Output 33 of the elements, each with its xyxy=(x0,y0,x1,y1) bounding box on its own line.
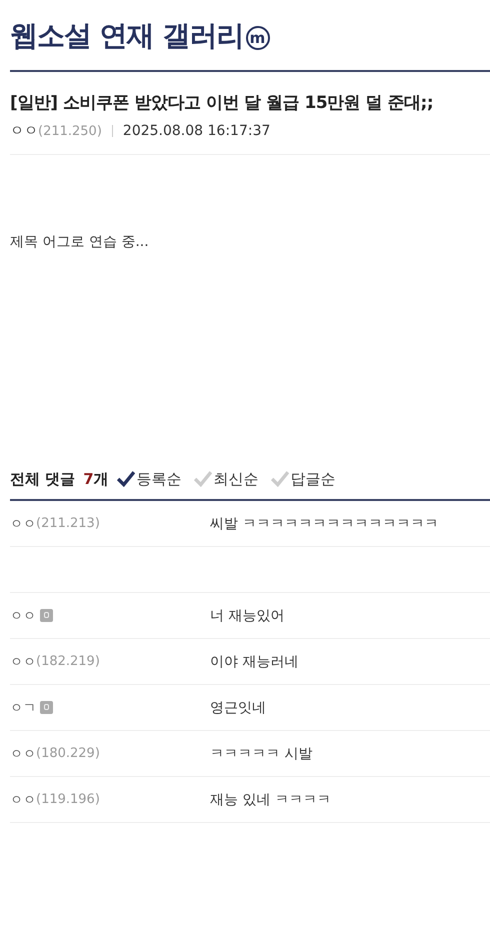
comment-count: 7개 xyxy=(83,470,109,488)
post-title: [일반] 소비쿠폰 받았다고 이번 달 월급 15만원 덜 준대;; xyxy=(10,92,434,114)
comment-text: 영근잇네 xyxy=(210,698,266,716)
sort-option[interactable]: 최신순 xyxy=(194,470,263,488)
comment-text: 이야 재능러네 xyxy=(210,652,298,670)
ip-address: (180.229) xyxy=(36,746,100,761)
comment-author[interactable]: ㅇㅇ xyxy=(10,790,36,808)
author-name[interactable]: ㅇㅇ xyxy=(10,122,38,140)
post-body: 제목 어그로 연습 중... xyxy=(10,234,149,250)
check-icon xyxy=(194,471,212,487)
ip-address: (182.219) xyxy=(36,654,100,669)
check-icon xyxy=(270,471,289,487)
gallery-title[interactable]: 웹소설 연재 갤러리 xyxy=(10,17,244,55)
comment-text: 씨발 ㅋㅋㅋㅋㅋㅋㅋㅋㅋㅋㅋㅋㅋㅋ xyxy=(210,514,438,532)
comment-text: 너 재능있어 xyxy=(210,606,284,624)
comments-label: 전체 댓글 xyxy=(10,470,76,488)
sort-option[interactable]: 답글순 xyxy=(270,470,340,488)
ip-address: (211.250) xyxy=(38,124,102,138)
comment-author[interactable]: ㅇㄱ xyxy=(10,698,36,716)
member-icon xyxy=(40,609,53,622)
comment-author[interactable]: ㅇㅇ xyxy=(10,514,36,532)
check-icon xyxy=(116,471,135,487)
sort-option[interactable]: 등록순 xyxy=(116,470,186,488)
comment-author[interactable]: ㅇㅇ xyxy=(10,744,36,762)
member-icon xyxy=(40,701,53,714)
minor-gallery-badge: m xyxy=(246,26,270,50)
comment-text: ㅋㅋㅋㅋㅋ 시발 xyxy=(210,744,312,762)
comment-author[interactable]: ㅇㅇ xyxy=(10,652,36,670)
ip-address: (119.196) xyxy=(36,792,100,807)
ip-address: (211.213) xyxy=(36,516,100,531)
post-date: 2025.08.08 16:17:37 xyxy=(122,123,270,139)
comment-text: 재능 있네 ㅋㅋㅋㅋ xyxy=(210,790,331,808)
comment-author[interactable]: ㅇㅇ xyxy=(10,606,36,624)
